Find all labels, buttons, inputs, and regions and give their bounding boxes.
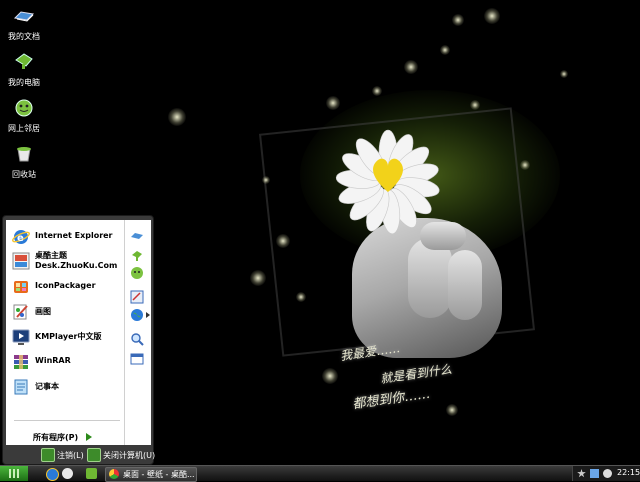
my-documents-icon[interactable] — [130, 228, 144, 242]
start-logo-icon — [9, 469, 19, 478]
kmplayer-icon — [12, 329, 30, 345]
wallpaper-caption-line1b: 就是看到什么 — [379, 362, 453, 386]
my-computer-icon — [15, 53, 33, 69]
zhuoku-theme-icon — [12, 252, 30, 270]
notepad-icon — [14, 379, 28, 395]
start-menu-item-paint[interactable]: 画图 — [10, 301, 124, 323]
logoff-label: 注销(L) — [57, 451, 84, 460]
light-orb — [168, 108, 186, 126]
light-orb — [404, 60, 418, 74]
submenu-arrow-icon — [146, 312, 150, 318]
all-programs-button[interactable]: 所有程序(P) — [33, 432, 78, 443]
start-menu-item-internet-explorer[interactable]: e Internet Explorer — [10, 226, 124, 248]
iconpackager-icon — [14, 281, 28, 293]
light-orb — [250, 270, 266, 286]
start-menu-separator — [14, 420, 120, 421]
light-orb — [446, 404, 458, 416]
shutdown-label: 关闭计算机(U) — [103, 451, 156, 460]
start-menu-item-label: 桌酷主题 — [35, 251, 67, 260]
start-menu-places-pane — [124, 220, 151, 445]
finger-image — [448, 250, 482, 320]
shutdown-button[interactable]: 关闭计算机(U) — [87, 448, 155, 462]
light-orb — [470, 100, 480, 110]
ie-quicklaunch-icon[interactable] — [46, 468, 59, 481]
start-menu-item-label: Internet Explorer — [35, 231, 113, 240]
logoff-icon — [41, 448, 55, 462]
start-menu-programs-pane: e Internet Explorer 桌酷主题 Desk.ZhuoKu.Com… — [6, 220, 124, 445]
network-places-icon — [15, 99, 33, 117]
desktop-icon-recycle-bin[interactable]: 回收站 — [0, 142, 48, 180]
taskbar: 桌面 - 壁纸 - 桌酷... 22:15 — [0, 465, 640, 482]
start-menu-item-zhuoku-theme[interactable]: 桌酷主题 Desk.ZhuoKu.Com — [10, 250, 124, 272]
finger-image — [408, 238, 452, 318]
tray-network-icon[interactable] — [590, 469, 599, 478]
network-places-icon[interactable] — [130, 266, 144, 280]
light-orb — [322, 368, 338, 384]
start-menu-item-label: 画图 — [35, 307, 51, 316]
media-quicklaunch-icon[interactable] — [62, 468, 73, 479]
desktop-icon-label: 网上邻居 — [8, 124, 40, 133]
light-orb — [484, 8, 500, 24]
internet-explorer-icon: e — [12, 230, 30, 244]
clock: 22:15 — [617, 468, 640, 477]
light-orb — [296, 292, 306, 302]
my-computer-icon[interactable] — [130, 248, 144, 262]
paint-icon — [13, 304, 28, 320]
daisy-flower-image — [335, 129, 440, 235]
desktop-icon-label: 回收站 — [12, 170, 36, 179]
start-menu-item-winrar[interactable]: WinRAR — [10, 351, 124, 373]
svg-text:e: e — [17, 233, 24, 244]
start-menu-item-label: IconPackager — [35, 281, 96, 290]
start-menu-footer: 注销(L) 关闭计算机(U) — [3, 447, 155, 464]
light-orb — [372, 86, 382, 96]
start-menu-item-label: WinRAR — [35, 356, 71, 365]
system-tray: 22:15 — [572, 466, 640, 481]
light-orb — [262, 176, 270, 184]
all-programs-arrow-icon — [86, 433, 92, 441]
browser-icon — [109, 469, 119, 479]
run-icon[interactable] — [130, 352, 144, 366]
logoff-button[interactable]: 注销(L) — [41, 448, 85, 462]
light-orb — [520, 160, 530, 170]
my-documents-icon — [13, 11, 35, 22]
start-menu-item-sublabel: Desk.ZhuoKu.Com — [35, 261, 118, 270]
light-orb — [560, 70, 568, 78]
light-orb — [326, 96, 340, 110]
taskbar-window-title: 桌面 - 壁纸 - 桌酷... — [123, 470, 195, 479]
light-orb — [440, 45, 450, 55]
desktop-icon-my-computer[interactable]: 我的电脑 — [0, 50, 48, 88]
control-panel-icon[interactable] — [130, 290, 144, 304]
start-menu-item-label: 记事本 — [35, 382, 59, 391]
start-menu-item-iconpackager[interactable]: IconPackager — [10, 276, 124, 298]
internet-globe-icon[interactable] — [130, 308, 144, 322]
wallpaper-caption-line2: 都想到你…… — [351, 386, 431, 413]
desktop-icon-label: 我的文档 — [8, 32, 40, 41]
desktop-quicklaunch-icon[interactable] — [86, 468, 97, 479]
start-button[interactable] — [0, 466, 28, 481]
light-orb — [452, 14, 464, 26]
start-menu-item-label: KMPlayer中文版 — [35, 332, 102, 341]
tray-volume-icon[interactable] — [603, 469, 612, 478]
tray-star-icon[interactable] — [577, 469, 586, 478]
winrar-icon — [14, 355, 28, 369]
desktop-icon-network-places[interactable]: 网上邻居 — [0, 96, 48, 134]
start-menu-item-notepad[interactable]: 记事本 — [10, 376, 124, 398]
desktop-icon-label: 我的电脑 — [8, 78, 40, 87]
light-orb — [276, 234, 290, 248]
recycle-bin-icon — [17, 147, 31, 162]
desktop-icon-my-documents[interactable]: 我的文档 — [0, 4, 48, 42]
search-icon[interactable] — [130, 332, 144, 346]
shutdown-icon — [87, 448, 101, 462]
start-menu: e Internet Explorer 桌酷主题 Desk.ZhuoKu.Com… — [2, 215, 155, 465]
start-menu-item-kmplayer[interactable]: KMPlayer中文版 — [10, 326, 124, 348]
